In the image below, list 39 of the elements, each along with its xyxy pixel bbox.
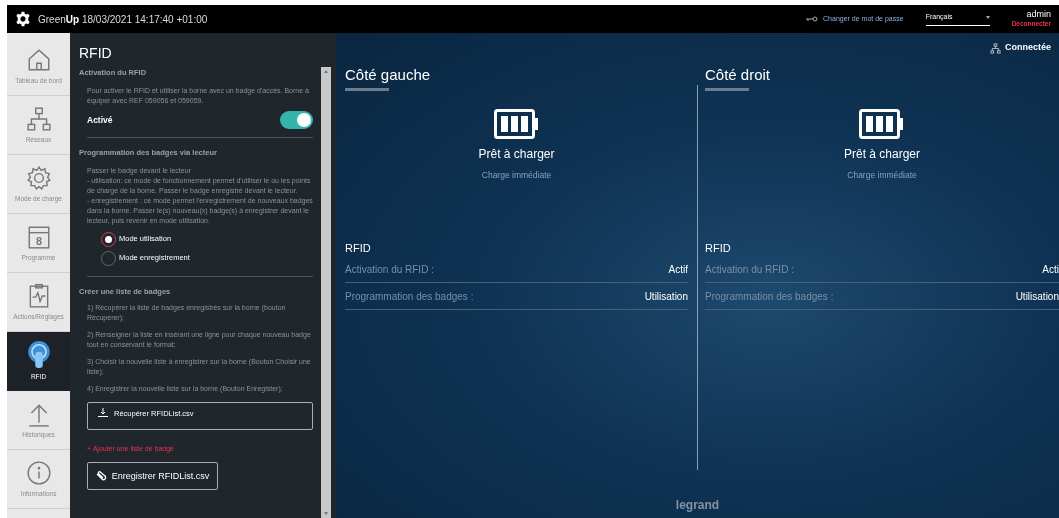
key-icon	[806, 15, 819, 23]
battery-full-icon	[493, 109, 540, 139]
info-label: Programmation des badges :	[705, 289, 834, 304]
scroll-up-icon[interactable]	[324, 70, 328, 73]
charge-mode: Charge immédiate	[481, 169, 552, 182]
section-heading: RFID	[705, 240, 731, 256]
charge-status: Prêt à charger	[843, 146, 920, 163]
user-name: admin	[1026, 10, 1051, 19]
info-value: Utilisation	[644, 289, 688, 304]
gear-icon	[25, 164, 52, 191]
panel-title: RFID	[79, 44, 112, 63]
info-value: Acti	[1042, 262, 1059, 277]
charge-mode: Charge immédiate	[847, 169, 917, 182]
app-title: GreenUp 18/03/2021 14:17:40 +01:00	[38, 12, 208, 27]
info-icon	[25, 459, 52, 486]
toggle-label: Activé	[87, 113, 113, 127]
info-value: Utilisation	[1015, 289, 1059, 304]
toggle-switch[interactable]	[280, 111, 313, 130]
connection-status: Connectée	[1005, 41, 1051, 55]
info-value: Actif	[668, 262, 688, 277]
scroll-down-icon[interactable]	[324, 512, 328, 515]
settings-icon[interactable]	[15, 11, 31, 27]
legrand-logo: legrand	[675, 497, 720, 514]
network-icon	[25, 105, 52, 132]
charge-status: Prêt à charger	[478, 146, 555, 163]
battery-full-icon	[859, 109, 905, 139]
rfid-touch-icon	[25, 340, 52, 369]
info-label: Activation du RFID :	[345, 262, 434, 277]
scrollbar[interactable]	[321, 67, 331, 518]
section-heading: RFID	[345, 240, 371, 256]
side-title: Côté droit	[705, 65, 771, 85]
network-icon	[990, 42, 1001, 54]
paperclip-icon	[95, 471, 107, 482]
info-label: Activation du RFID :	[705, 262, 794, 277]
info-label: Programmation des badges :	[345, 289, 474, 304]
dropdown-caret-icon	[985, 16, 990, 19]
download-icon	[98, 407, 108, 417]
save-button[interactable]: Enregistrer RFIDList.csv	[87, 462, 218, 491]
side-title: Côté gauche	[345, 65, 431, 85]
